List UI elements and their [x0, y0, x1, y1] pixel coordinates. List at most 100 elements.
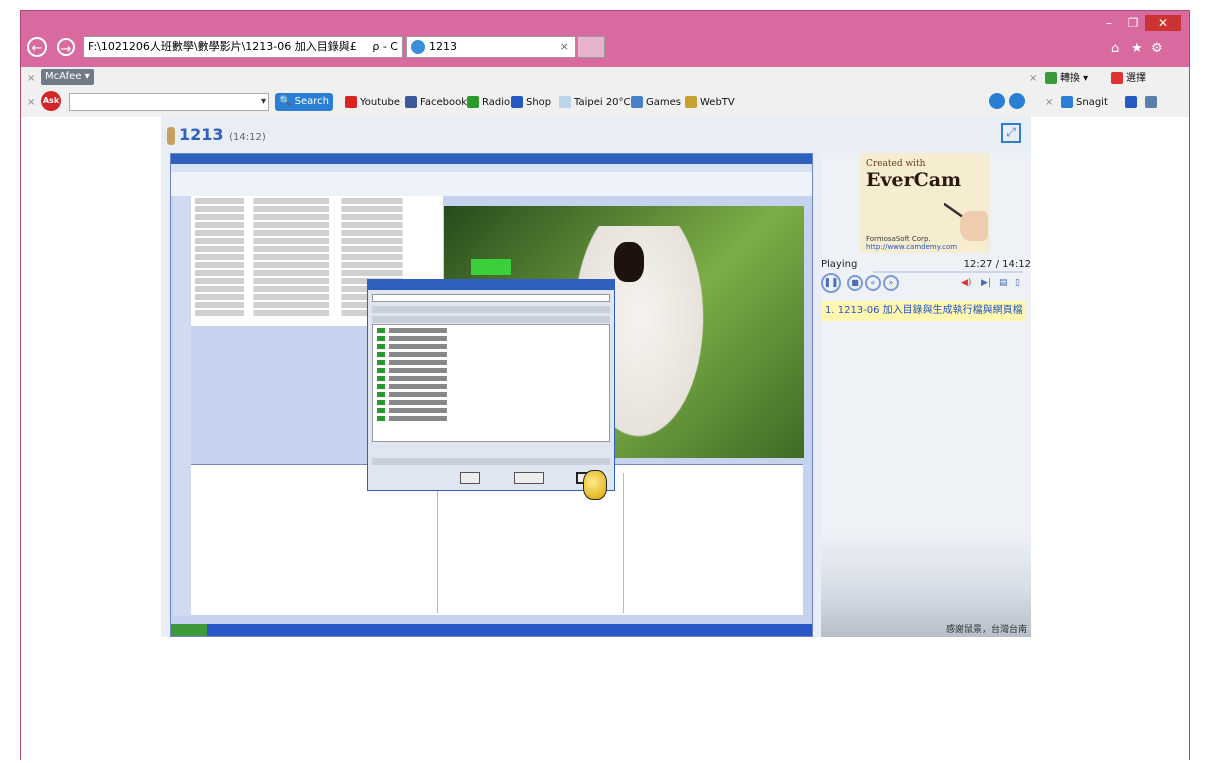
youtube-label: Youtube	[360, 97, 400, 108]
app-menubar	[171, 164, 812, 172]
radio-label: Radio	[482, 97, 511, 108]
player-title-text: 1213	[179, 125, 224, 144]
snagit-edit-icon[interactable]	[1145, 95, 1160, 111]
address-bar[interactable]: F:\1021206人班數學\數學影片\1213-06 加入目錄與£ ρ - C	[83, 36, 403, 58]
green-label	[471, 259, 511, 275]
app-toolbar	[171, 172, 812, 196]
toolbar-close-icon[interactable]: ×	[27, 71, 35, 87]
shop-link[interactable]: Shop	[511, 95, 551, 111]
player-sidebar: Created with EverCam FormosaSoft Corp. h…	[821, 153, 1031, 637]
snagit-icon	[1061, 96, 1073, 108]
video-frame[interactable]	[170, 153, 813, 637]
toc-icon[interactable]: ▤	[999, 278, 1008, 288]
select-button[interactable]: 選擇	[1111, 71, 1146, 87]
volume-icon[interactable]: ◀)	[961, 278, 971, 288]
pause-button[interactable]: ❚❚	[821, 273, 841, 293]
settings-round-icon[interactable]	[989, 93, 1005, 109]
home-icon[interactable]: ⌂	[1111, 41, 1119, 56]
forward-button[interactable]: →	[57, 38, 75, 57]
player-title: 1213 (14:12)	[167, 125, 266, 145]
youtube-icon	[345, 96, 357, 108]
cursor-pointer-icon	[583, 470, 607, 500]
forward-button-player[interactable]: »	[883, 275, 899, 291]
ask-logo[interactable]: Ask	[41, 91, 61, 111]
translate-label: 轉換	[1060, 73, 1080, 84]
window-capture-icon	[1125, 96, 1137, 108]
player-time: 12:27 / 14:12	[963, 259, 1031, 270]
minimize-button[interactable]: –	[1097, 15, 1121, 31]
lower-panel-right	[623, 473, 804, 613]
translate-icon	[1045, 72, 1057, 84]
weather-link[interactable]: Taipei 20°C	[559, 95, 631, 111]
landscape-caption: 感謝鼠景，台灣台南	[945, 625, 1027, 635]
search-button[interactable]: 🔍 Search	[275, 93, 333, 111]
ad-company: FormosaSoft Corp.	[866, 235, 931, 243]
ad-brand: EverCam	[866, 169, 962, 191]
back-button[interactable]: ←	[27, 37, 47, 57]
ad-created-with: Created with	[866, 159, 926, 169]
evercam-ad[interactable]: Created with EverCam FormosaSoft Corp. h…	[860, 153, 990, 253]
games-label: Games	[646, 97, 681, 108]
dialog-button-2[interactable]	[514, 472, 544, 484]
dialog-button-1[interactable]	[460, 472, 480, 484]
browser-window: – ❐ ✕ ← → F:\1021206人班數學\數學影片\1213-06 加入…	[20, 10, 1190, 761]
facebook-icon	[405, 96, 417, 108]
snagit-window-icon[interactable]	[1125, 95, 1140, 111]
next-icon[interactable]: ▶|	[981, 278, 991, 288]
weather-label: Taipei 20°C	[574, 97, 631, 108]
progress-header	[372, 316, 610, 323]
progress-bar-2	[372, 458, 610, 465]
snagit-button[interactable]: Snagit	[1061, 95, 1108, 111]
edit-capture-icon	[1145, 96, 1157, 108]
maximize-button[interactable]: ❐	[1121, 15, 1145, 31]
rewind-button[interactable]: «	[865, 275, 881, 291]
settings-icon[interactable]: ⚙	[1151, 41, 1163, 56]
mcafee-toolbar: × McAfee ▾ × 轉換 ▾ 選擇	[21, 67, 1189, 90]
webtv-link[interactable]: WebTV	[685, 95, 735, 111]
browser-titlebar: – ❐ ✕ ← → F:\1021206人班數學\數學影片\1213-06 加入…	[21, 11, 1189, 67]
landscape-image: 感謝鼠景，台灣台南	[821, 533, 1031, 637]
ie-icon	[411, 40, 425, 54]
print-icon[interactable]: ▯	[1015, 278, 1020, 288]
games-link[interactable]: Games	[631, 95, 681, 111]
youtube-link[interactable]: Youtube	[345, 95, 400, 111]
toolbar-close-icon-right[interactable]: ×	[1029, 71, 1037, 87]
mcafee-button[interactable]: McAfee ▾	[41, 69, 94, 85]
progress-bar-1	[372, 306, 610, 313]
address-controls[interactable]: ρ - C	[369, 37, 398, 57]
ad-footer: FormosaSoft Corp. http://www.camdemy.com	[866, 235, 957, 251]
search-button-label: Search	[294, 96, 329, 107]
address-text: F:\1021206人班數學\數學影片\1213-06 加入目錄與£	[88, 40, 357, 53]
select-label: 選擇	[1126, 73, 1146, 84]
facebook-link[interactable]: Facebook	[405, 95, 467, 111]
open-folder-checkbox[interactable]	[374, 472, 424, 484]
app-taskbar	[171, 624, 812, 636]
ask-toolbar-close-icon[interactable]: ×	[27, 95, 35, 111]
path-field[interactable]	[372, 294, 610, 302]
snagit-close-icon[interactable]: ×	[1045, 95, 1053, 111]
ask-search-input[interactable]	[69, 93, 269, 111]
playlist-item[interactable]: 1. 1213-06 加入目錄與生成執行檔與網頁檔	[821, 301, 1026, 321]
hair-shape	[614, 242, 644, 282]
fullscreen-icon[interactable]: ⤢	[1001, 123, 1021, 143]
trophy-icon	[167, 126, 175, 145]
dialog-titlebar	[368, 280, 614, 290]
start-button[interactable]	[171, 624, 207, 636]
info-round-icon[interactable]	[1009, 93, 1025, 109]
cloud-icon	[559, 96, 571, 108]
translate-button[interactable]: 轉換 ▾	[1045, 71, 1088, 87]
new-tab-button[interactable]	[577, 36, 605, 58]
mcafee-label: McAfee	[45, 71, 82, 82]
close-button[interactable]: ✕	[1145, 15, 1181, 31]
search-dropdown-icon[interactable]: ▾	[261, 94, 266, 110]
shop-label: Shop	[526, 97, 552, 108]
favorites-icon[interactable]: ★	[1131, 41, 1143, 56]
radio-link[interactable]: Radio	[467, 95, 510, 111]
stop-button[interactable]: ■	[847, 275, 863, 291]
hand-image	[960, 211, 988, 241]
tab-close-button[interactable]: ×	[560, 37, 569, 57]
tab-1213[interactable]: 1213 ×	[406, 36, 576, 58]
radio-icon	[467, 96, 479, 108]
shop-icon	[511, 96, 523, 108]
progress-dialog	[367, 279, 615, 491]
